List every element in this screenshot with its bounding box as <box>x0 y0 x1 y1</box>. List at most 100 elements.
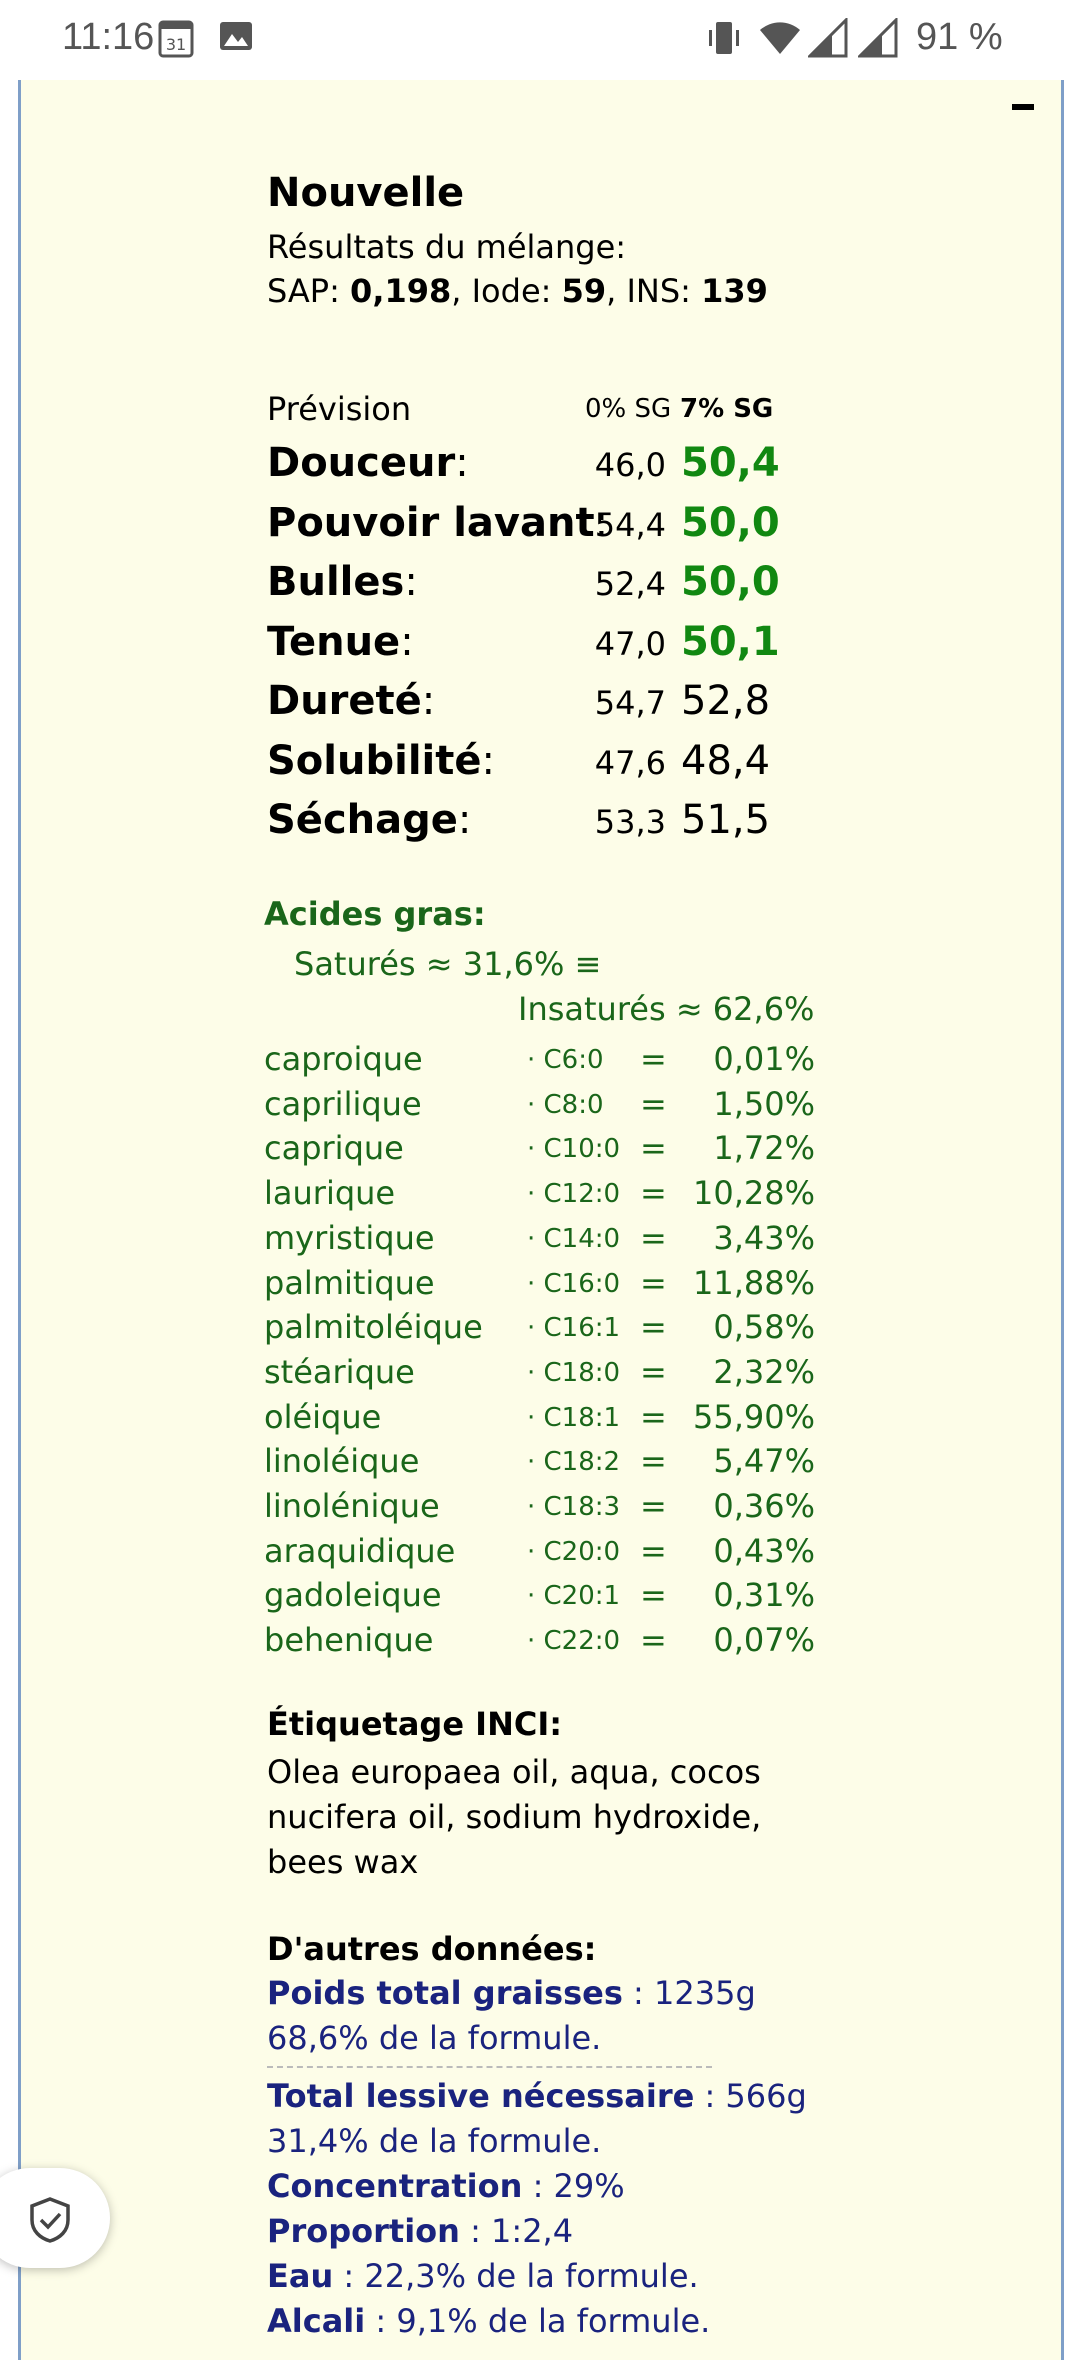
fatty-acid-name: behenique <box>264 1621 434 1660</box>
status-bar: 11:16 31 91 % <box>0 0 1080 80</box>
calendar-day: 31 <box>166 35 186 54</box>
forecast-name: Tenue: <box>267 618 414 665</box>
fatty-acid-name: palmitoléique <box>264 1308 483 1347</box>
calendar-icon: 31 <box>158 18 194 62</box>
inci-text: Olea europaea oil, aqua, cocos nucifera … <box>267 1753 762 1881</box>
unsaturated-total: Insaturés ≈ 62,6% <box>518 990 815 1028</box>
forecast-name: Bulles: <box>267 559 418 605</box>
forecast-name: Séchage: <box>267 797 472 843</box>
fatty-acid-code: · C20:0 <box>527 1536 621 1567</box>
forecast-value-0: 46,0 <box>594 446 666 484</box>
fatty-acid-code: · C20:1 <box>527 1581 621 1612</box>
fatty-acid-code: · C10:0 <box>527 1134 621 1165</box>
fatty-acid-name: caprilique <box>264 1084 422 1123</box>
concentration: Concentration : 29% <box>267 2167 625 2205</box>
divider <box>267 2066 712 2068</box>
fatty-acid-name: araquidique <box>264 1531 456 1570</box>
results-panel <box>18 80 1064 2360</box>
fatty-acid-name: gadoleique <box>264 1576 442 1615</box>
fatty-acid-percent: 3,43% <box>713 1218 815 1257</box>
fatty-acid-name: stéarique <box>264 1352 415 1391</box>
fatty-acid-percent: 0,31% <box>713 1576 815 1615</box>
fatty-acid-name: oléique <box>264 1397 382 1436</box>
forecast-value-0: 53,3 <box>594 803 666 841</box>
col-0-sg: 0% SG <box>585 394 672 424</box>
collapse-icon[interactable] <box>1012 104 1034 110</box>
forecast-value-7: 52,8 <box>681 678 771 724</box>
forecast-label: Prévision <box>267 390 412 428</box>
forecast-value-7: 48,4 <box>681 737 771 784</box>
fatty-acid-code: · C22:0 <box>527 1626 621 1657</box>
fats-percent: 68,6% de la formule. <box>267 2019 602 2057</box>
forecast-name: Douceur: <box>267 440 469 486</box>
fatty-acid-percent: 55,90% <box>692 1397 815 1436</box>
fatty-acid-percent: 0,58% <box>713 1308 815 1347</box>
fatty-acid-name: linoléique <box>264 1442 420 1481</box>
fatty-acid-name: palmitique <box>264 1263 435 1302</box>
fatty-acid-percent: 10,28% <box>692 1174 815 1213</box>
fatty-acid-percent: 0,43% <box>713 1531 815 1570</box>
proportion: Proportion : 1:2,4 <box>267 2212 574 2250</box>
water: Eau : 22,3% de la formule. <box>267 2257 699 2295</box>
fatty-acid-name: laurique <box>264 1174 396 1213</box>
inci-heading: Étiquetage INCI: <box>267 1705 563 1743</box>
vibrate-icon <box>704 18 744 62</box>
fatty-acid-code: · C14:0 <box>527 1223 621 1254</box>
fatty-acid-percent: 11,88% <box>692 1263 815 1302</box>
fatty-acid-percent: 0,01% <box>713 1040 815 1078</box>
fats-weight: Poids total graisses : 1235g <box>267 1974 756 2012</box>
forecast-value-0: 54,4 <box>594 505 666 544</box>
sap-iode-ins: SAP: 0,198, Iode: 59, INS: 139 <box>267 272 768 310</box>
forecast-value-7: 50,0 <box>681 499 780 546</box>
col-7-sg: 7% SG <box>680 394 774 424</box>
fatty-acid-code: · C18:1 <box>527 1402 621 1433</box>
fatty-acid-percent: 2,32% <box>713 1352 815 1391</box>
privacy-shield-button[interactable] <box>0 2168 110 2268</box>
fatty-acid-name: myristique <box>264 1218 435 1257</box>
other-data-heading: D'autres données: <box>267 1930 597 1968</box>
forecast-value-7: 51,5 <box>681 797 771 843</box>
fatty-acid-code: · C18:3 <box>527 1492 621 1522</box>
results-label: Résultats du mélange: <box>267 228 627 266</box>
fatty-acid-code: · C18:0 <box>527 1357 621 1388</box>
fatty-acid-code: · C12:0 <box>527 1179 621 1210</box>
fatty-acid-name: caprique <box>264 1129 404 1168</box>
sap-value: 0,198 <box>350 272 452 310</box>
forecast-value-7: 50,0 <box>681 559 780 605</box>
forecast-value-0: 54,7 <box>594 684 666 722</box>
fatty-acids-heading: Acides gras: <box>264 895 486 933</box>
wifi-icon <box>758 18 802 62</box>
recipe-title: Nouvelle <box>267 170 465 216</box>
battery-percent: 91 % <box>916 16 1003 58</box>
fatty-acid-name: linolénique <box>264 1487 440 1525</box>
fatty-acid-code: · C8:0 <box>527 1089 604 1120</box>
lye-percent: 31,4% de la formule. <box>267 2122 602 2160</box>
forecast-value-0: 47,6 <box>594 743 666 782</box>
fatty-acid-code: · C16:1 <box>527 1313 621 1344</box>
saturated-total[interactable]: Saturés ≈ 31,6% ≡ <box>294 945 601 983</box>
forecast-value-0: 52,4 <box>594 565 666 603</box>
fatty-acid-percent: 1,72% <box>713 1129 815 1168</box>
fatty-acid-percent: 1,50% <box>713 1084 815 1123</box>
alkali: Alcali : 9,1% de la formule. <box>267 2302 711 2340</box>
signal-icon-2 <box>856 16 898 62</box>
forecast-name: Dureté: <box>267 678 436 724</box>
ins-value: 139 <box>701 272 768 310</box>
forecast-value-7: 50,1 <box>681 618 780 665</box>
fatty-acid-percent: 0,07% <box>713 1621 815 1660</box>
signal-icon <box>806 16 848 62</box>
forecast-value-7: 50,4 <box>681 440 780 486</box>
fatty-acid-code: · C16:0 <box>527 1268 621 1299</box>
status-time: 11:16 <box>62 16 155 58</box>
image-icon <box>218 18 254 58</box>
fatty-acid-percent: 5,47% <box>713 1442 815 1481</box>
fatty-acid-code: · C18:2 <box>527 1447 621 1478</box>
fatty-acid-name: caproique <box>264 1040 423 1078</box>
shield-check-icon <box>30 2197 70 2243</box>
iode-value: 59 <box>561 272 607 310</box>
forecast-name: Solubilité: <box>267 737 495 784</box>
forecast-value-0: 47,0 <box>594 624 666 663</box>
fatty-acid-percent: 0,36% <box>713 1487 815 1525</box>
fatty-acid-code: · C6:0 <box>527 1045 604 1075</box>
lye-total: Total lessive nécessaire : 566g <box>267 2077 807 2115</box>
